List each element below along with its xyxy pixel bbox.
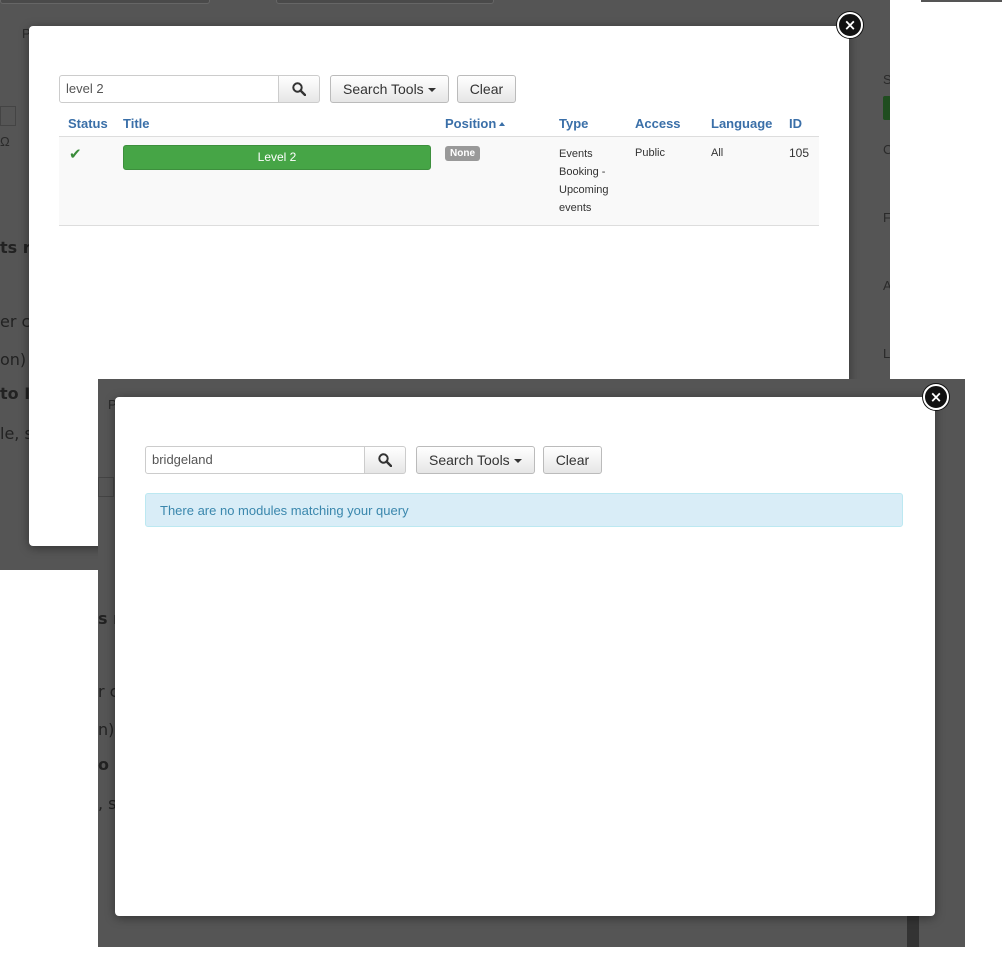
caret-down-icon — [427, 88, 436, 93]
column-title[interactable]: Title — [123, 116, 445, 131]
search-button[interactable] — [365, 446, 406, 474]
type-line: events — [559, 202, 592, 214]
column-id[interactable]: ID — [789, 116, 819, 131]
background-text: n) — [98, 720, 115, 739]
search-bar: bridgeland Search Tools Clear — [145, 446, 603, 474]
modules-table: Status Title Position Type Access Langua… — [59, 110, 819, 226]
close-icon[interactable]: × — [837, 12, 863, 38]
background-text: A — [883, 278, 890, 293]
background-field — [0, 0, 210, 4]
search-input[interactable]: bridgeland — [145, 446, 365, 474]
background-box — [98, 477, 114, 497]
search-button[interactable] — [279, 75, 320, 103]
type-line: Booking - — [559, 166, 606, 178]
search-tools-button[interactable]: Search Tools — [416, 446, 535, 474]
background-toolbar: Ω — [0, 134, 10, 149]
background-text: C — [883, 142, 890, 157]
background-scrollbar — [907, 916, 919, 947]
search-tools-button[interactable]: Search Tools — [330, 75, 449, 103]
background-text: to I — [0, 384, 31, 403]
background-box — [0, 106, 16, 126]
column-position-label: Position — [445, 115, 497, 131]
position-badge: None — [445, 146, 480, 161]
module-title-button[interactable]: Level 2 — [123, 145, 431, 170]
background-text: le, s — [0, 424, 33, 443]
background-field — [276, 0, 494, 4]
close-icon[interactable]: × — [923, 384, 949, 410]
type-line: Upcoming — [559, 184, 609, 196]
background-text: F — [883, 210, 890, 225]
access-cell: Public — [635, 147, 665, 159]
clear-button[interactable]: Clear — [456, 75, 517, 103]
no-results-alert: There are no modules matching your query — [145, 493, 903, 527]
search-tools-label: Search Tools — [343, 81, 424, 97]
background-text: S — [883, 72, 890, 87]
column-language[interactable]: Language — [711, 116, 789, 131]
module-select-modal-empty: bridgeland Search Tools Clear There are … — [115, 397, 935, 916]
background-text: , s — [98, 794, 117, 813]
column-status[interactable]: Status — [59, 116, 123, 131]
column-position[interactable]: Position — [445, 116, 559, 131]
id-cell: 105 — [789, 146, 810, 160]
search-icon — [292, 82, 306, 96]
background-button — [883, 96, 890, 120]
type-cell: Events Booking - Upcoming events — [559, 137, 635, 225]
sort-asc-icon — [499, 122, 506, 127]
caret-down-icon — [513, 459, 522, 464]
column-access[interactable]: Access — [635, 116, 711, 131]
background-text: L — [883, 346, 890, 361]
clear-button[interactable]: Clear — [542, 446, 603, 474]
search-tools-label: Search Tools — [429, 452, 510, 468]
column-type[interactable]: Type — [559, 116, 635, 131]
background-text: ts r — [0, 238, 31, 257]
background-text: er c — [0, 312, 31, 331]
search-bar: level 2 Search Tools Clear — [59, 75, 517, 103]
type-line: Events — [559, 148, 593, 160]
background-text: on) — [0, 350, 27, 369]
table-header: Status Title Position Type Access Langua… — [59, 110, 819, 137]
table-row: ✔ Level 2 None Events Booking - Upcoming… — [59, 137, 819, 226]
search-icon — [378, 453, 392, 467]
search-input[interactable]: level 2 — [59, 75, 279, 103]
background-edge — [921, 0, 1002, 2]
language-cell: All — [711, 147, 724, 159]
check-icon[interactable]: ✔ — [59, 137, 123, 225]
